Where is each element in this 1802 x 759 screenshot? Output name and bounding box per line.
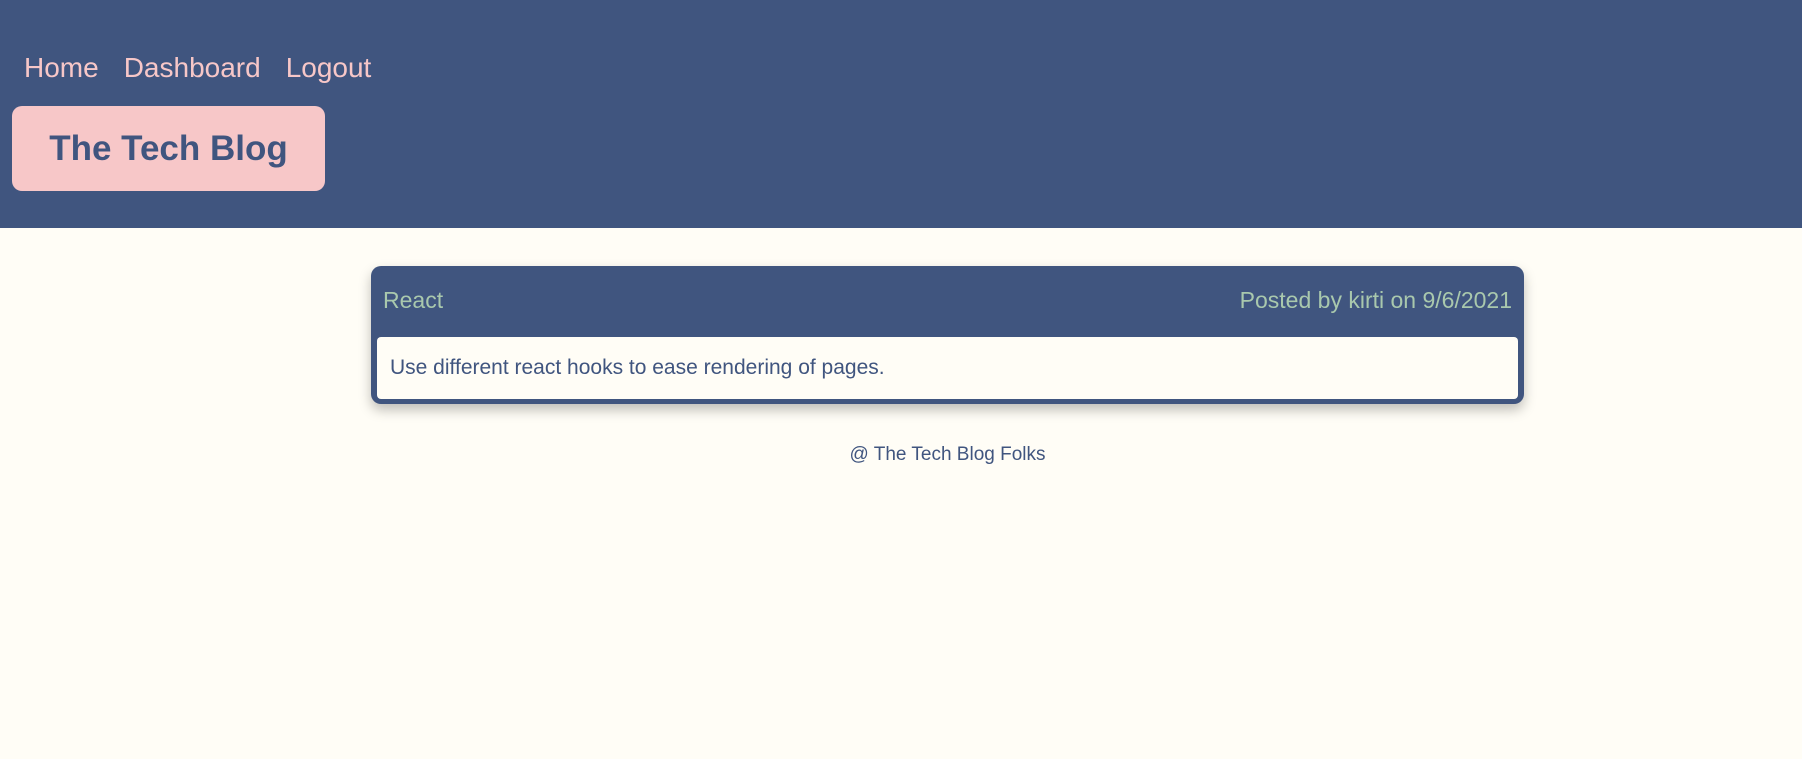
post-meta: Posted by kirti on 9/6/2021 bbox=[1239, 286, 1512, 313]
nav-logout-link[interactable]: Logout bbox=[286, 48, 372, 88]
post-body: Use different react hooks to ease render… bbox=[377, 337, 1518, 399]
post-header: React Posted by kirti on 9/6/2021 bbox=[383, 280, 1512, 320]
brand-banner: The Tech Blog bbox=[12, 106, 325, 191]
nav-dashboard-link[interactable]: Dashboard bbox=[124, 48, 261, 88]
site-header: Home Dashboard Logout The Tech Blog bbox=[0, 0, 1802, 228]
nav-home-link[interactable]: Home bbox=[24, 48, 99, 88]
main-nav: Home Dashboard Logout bbox=[24, 48, 371, 88]
post-title[interactable]: React bbox=[383, 287, 443, 314]
post-card[interactable]: React Posted by kirti on 9/6/2021 Use di… bbox=[371, 266, 1524, 404]
site-title: The Tech Blog bbox=[49, 129, 288, 168]
site-footer: @ The Tech Blog Folks bbox=[849, 444, 1046, 465]
